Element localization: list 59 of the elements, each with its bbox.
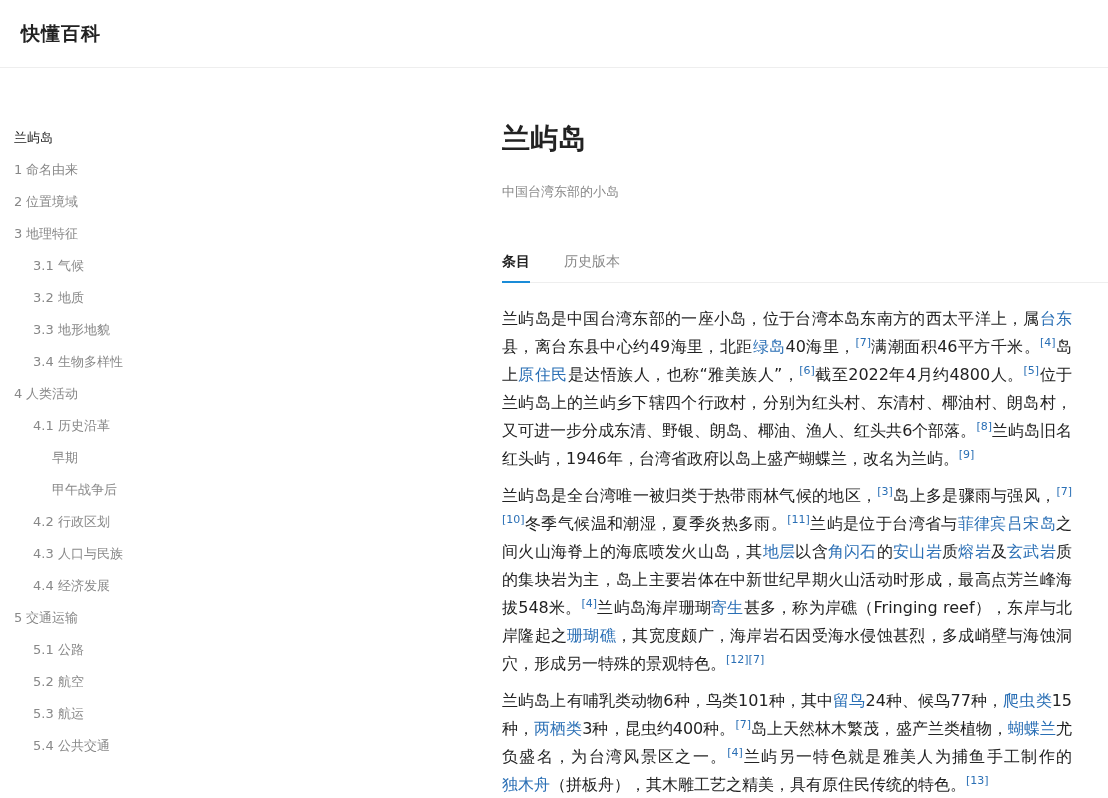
toc-item[interactable]: 4 人类活动 [14, 378, 502, 410]
toc-item[interactable]: 5.4 公共交通 [14, 730, 502, 762]
toc-item[interactable]: 2 位置境域 [14, 186, 502, 218]
toc-item[interactable]: 4.2 行政区划 [14, 506, 502, 538]
link[interactable]: 珊瑚礁 [567, 626, 617, 645]
article-subtitle: 中国台湾东部的小岛 [502, 183, 620, 201]
citation-link[interactable]: [4] [727, 745, 743, 759]
site-logo[interactable]: 快懂百科 [21, 20, 101, 47]
citation-link[interactable]: [8] [976, 419, 992, 433]
link[interactable]: 地层 [762, 542, 796, 561]
toc-item[interactable]: 5.3 航运 [14, 698, 502, 730]
article-title: 兰屿岛 [502, 121, 587, 157]
citation-link[interactable]: [12] [726, 652, 749, 666]
toc-item[interactable]: 4.1 历史沿革 [14, 410, 502, 442]
toc-item[interactable]: 4.3 人口与民族 [14, 538, 502, 570]
paragraph: 兰屿岛是中国台湾东部的一座小岛，位于台湾本岛东南方的西太平洋上，属台东 县，离台东县中心约49海里，北距绿岛40海里，$^{[7]}$满潮面积46平方千米。$^{[4]}$岛上原住民是达悟族人，也称“雅美族人”，$^{[6]}$截至2022年4月约4800人。$^{[5]}$位于兰屿岛上的兰屿乡下辖四个行政村，分别为红头村、东清村、椰油村、朗岛村，又可进一步分成东清、野银、朗岛、椰油、渔人、红头共6个部落。$^{[8]}$兰屿岛旧名红头屿，1946年，台湾省政府以岛上盛产蝴蝶兰，改名为兰屿。$^{[9]}$ [502, 308, 1072, 470]
link[interactable]: 熔岩 [958, 542, 991, 561]
link[interactable]: 独木舟 [502, 775, 550, 794]
tab[interactable]: 历史版本 [564, 253, 620, 283]
citation-link[interactable]: [11] [787, 512, 810, 526]
link[interactable]: 绿岛 [752, 337, 786, 356]
citation-link[interactable]: [9] [958, 447, 975, 461]
citation-link[interactable]: [6] [799, 363, 815, 377]
tab[interactable]: 条目 [502, 253, 530, 283]
citation-link[interactable]: [4] [1040, 335, 1056, 349]
citation-link[interactable]: [5] [1023, 363, 1040, 377]
toc-item[interactable]: 甲午战争后 [14, 474, 502, 506]
link[interactable]: 玄武岩 [1007, 542, 1057, 561]
link[interactable]: 台东 [1039, 309, 1072, 328]
toc-item[interactable]: 早期 [14, 442, 502, 474]
link[interactable]: 菲律宾吕宋岛 [957, 514, 1057, 533]
link[interactable]: 两栖类 [534, 719, 583, 738]
citation-link[interactable]: [13] [966, 773, 989, 787]
citation-link[interactable]: [7] [1056, 484, 1072, 498]
link[interactable]: 爬虫类 [1003, 691, 1052, 710]
link[interactable]: 原住民 [518, 365, 568, 384]
toc-title[interactable]: 兰屿岛 [14, 122, 502, 154]
toc-item[interactable]: 4.4 经济发展 [14, 570, 502, 602]
toc-item[interactable]: 5.1 公路 [14, 634, 502, 666]
citation-link[interactable]: [3] [877, 484, 893, 498]
toc-item[interactable]: 3.4 生物多样性 [14, 346, 502, 378]
citation-link[interactable]: [7] [735, 717, 752, 731]
toc-item[interactable]: 5 交通运输 [14, 602, 502, 634]
link[interactable]: 角闪石 [827, 542, 877, 561]
citation-link[interactable]: [4] [581, 596, 598, 610]
toc-item[interactable]: 3.3 地形地貌 [14, 314, 502, 346]
link[interactable]: 寄生 [711, 598, 744, 617]
toc-item[interactable]: 5.2 航空 [14, 666, 502, 698]
toc-item[interactable]: 1 命名由来 [14, 154, 502, 186]
link[interactable]: 安山岩 [893, 542, 942, 561]
toc-item[interactable]: 3 地理特征 [14, 218, 502, 250]
citation-link[interactable]: [7] [748, 652, 765, 666]
paragraph: 兰屿岛上有哺乳类动物6种，鸟类101种，其中留鸟24种、候鸟77种，爬虫类15种，两栖类3种，昆虫约400种。$^{[7]}$岛上天然林木繁茂，盛产兰类植物，蝴蝶兰尤负盛名，为台湾风景区之一。$^{[4]}$兰屿另一特色就是雅美人为捕鱼手工制作的 独木舟（拼板舟），其木雕工艺之精美，具有原住民传统的特色。$^{[13]}$ [502, 690, 1072, 796]
citation-link[interactable]: [10] [502, 512, 525, 526]
citation-link[interactable]: [7] [855, 335, 872, 349]
link[interactable]: 留鸟 [833, 691, 866, 710]
link[interactable]: 蝴蝶兰 [1007, 719, 1057, 738]
toc-item[interactable]: 3.2 地质 [14, 282, 502, 314]
toc-item[interactable]: 3.1 气候 [14, 250, 502, 282]
